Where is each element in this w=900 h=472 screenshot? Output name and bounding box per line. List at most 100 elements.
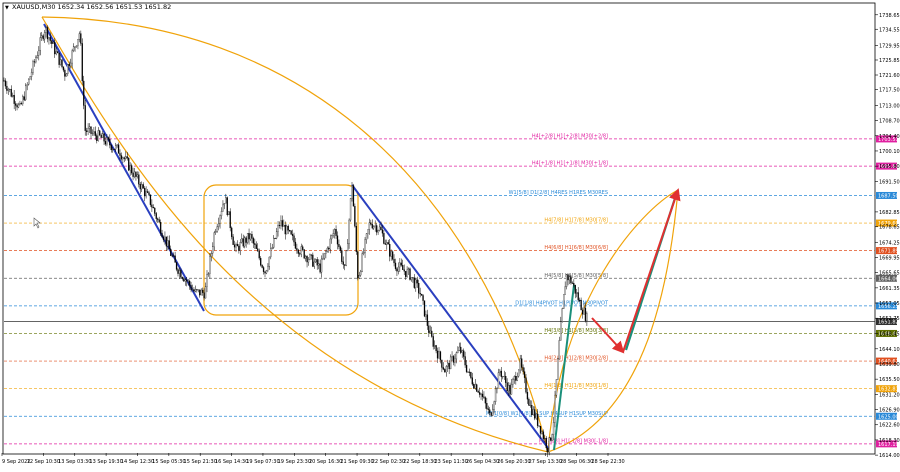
x-tick-label: 27 Sep 13:30 bbox=[529, 459, 562, 465]
candle-body bbox=[370, 222, 372, 225]
candle-body bbox=[322, 257, 324, 260]
candle-body bbox=[288, 230, 291, 232]
candle-body bbox=[75, 45, 78, 47]
candle-body bbox=[27, 78, 30, 85]
candle-body bbox=[22, 96, 24, 104]
candle-body bbox=[317, 263, 320, 266]
candle-body bbox=[58, 52, 60, 65]
candle-body bbox=[251, 234, 253, 239]
y-tick-label: 1674.25 bbox=[879, 240, 900, 246]
candle-body bbox=[46, 27, 49, 40]
candle-body bbox=[228, 211, 230, 216]
candle-body bbox=[212, 246, 214, 254]
candle-body bbox=[438, 351, 440, 359]
candle-body bbox=[9, 88, 11, 90]
candle-body bbox=[409, 268, 411, 280]
candle-body bbox=[474, 384, 476, 389]
x-tick-label: 19 Sep 23:30 bbox=[278, 459, 311, 465]
candle-body bbox=[309, 254, 311, 260]
candle-body bbox=[138, 174, 140, 185]
candle-body bbox=[378, 226, 381, 231]
candle-body bbox=[403, 269, 405, 272]
candle-body bbox=[220, 211, 223, 216]
candle-body bbox=[320, 258, 323, 273]
y-tick-label: 1631.20 bbox=[879, 392, 900, 398]
candle-body bbox=[96, 135, 98, 141]
candle-body bbox=[494, 388, 497, 403]
candle-body bbox=[232, 236, 234, 245]
y-tick-label: 1661.35 bbox=[879, 286, 900, 292]
candle-body bbox=[351, 185, 353, 199]
candle-body bbox=[14, 103, 17, 106]
candle-body bbox=[125, 156, 127, 159]
candle-body bbox=[287, 225, 289, 231]
x-tick-label: 22 Sep 18:30 bbox=[403, 459, 436, 465]
y-tick-label: 1639.80 bbox=[879, 362, 900, 368]
candle-body bbox=[384, 243, 387, 245]
candle-body bbox=[200, 289, 202, 296]
y-tick-label: 1648.45 bbox=[879, 331, 900, 337]
candle-body bbox=[157, 218, 159, 220]
candle-body bbox=[294, 241, 297, 249]
candle-body bbox=[375, 225, 378, 233]
candle-body bbox=[196, 289, 198, 291]
candle-body bbox=[122, 157, 124, 160]
candle-body bbox=[236, 244, 239, 247]
x-tick-label: 23 Sep 11:30 bbox=[434, 459, 467, 465]
candle-body bbox=[493, 401, 495, 410]
candle-body bbox=[216, 226, 218, 232]
candle-body bbox=[391, 251, 394, 260]
candle-body bbox=[194, 289, 197, 292]
price-chart-svg[interactable]: ▼ XAUUSD,M30 1652.34 1652.56 1651.53 165… bbox=[0, 0, 900, 468]
candle-body bbox=[225, 197, 227, 204]
level-label: H4[3/8] H1[3/8] M30[3/8] bbox=[544, 328, 608, 334]
candle-body bbox=[26, 84, 28, 87]
candle-body bbox=[341, 250, 343, 262]
candle-body bbox=[107, 137, 110, 140]
candle-body bbox=[74, 46, 76, 48]
candle-body bbox=[402, 265, 404, 270]
candle-body bbox=[291, 234, 294, 236]
candle-body bbox=[451, 356, 453, 358]
y-tick-label: 1678.65 bbox=[879, 225, 900, 231]
candle-body bbox=[191, 289, 194, 291]
candle-body bbox=[154, 207, 156, 214]
candle-body bbox=[94, 131, 96, 136]
x-tick-label: 13 Sep 03:30 bbox=[58, 459, 91, 465]
candle-body bbox=[165, 236, 168, 247]
candle-body bbox=[428, 325, 430, 333]
candle-body bbox=[115, 145, 117, 150]
candle-body bbox=[155, 213, 157, 219]
candle-body bbox=[187, 280, 189, 282]
candle-body bbox=[542, 431, 545, 439]
y-tick-label: 1626.90 bbox=[879, 408, 900, 414]
candle-body bbox=[577, 292, 579, 301]
candle-body bbox=[573, 283, 575, 286]
candle-body bbox=[393, 259, 395, 264]
level-label: H4[2/8] H1[2/8] M30[2/8] bbox=[544, 356, 608, 362]
candle-body bbox=[207, 273, 210, 275]
candle-body bbox=[162, 236, 165, 240]
candle-body bbox=[336, 235, 339, 245]
candle-body bbox=[126, 156, 128, 159]
candle-body bbox=[30, 72, 33, 77]
candle-body bbox=[528, 399, 530, 406]
chart-area[interactable]: ▼ XAUUSD,M30 1652.34 1652.56 1651.53 165… bbox=[0, 0, 900, 468]
candle-body bbox=[16, 105, 18, 108]
candle-body bbox=[583, 307, 585, 315]
candle-body bbox=[158, 219, 160, 223]
candle-body bbox=[167, 240, 169, 247]
candle-body bbox=[368, 222, 371, 230]
candle-body bbox=[35, 57, 37, 63]
candle-body bbox=[229, 211, 231, 229]
candle-body bbox=[518, 369, 520, 377]
candle-body bbox=[83, 80, 85, 106]
candle-body bbox=[547, 447, 549, 453]
candle-body bbox=[183, 278, 185, 282]
candle-body bbox=[360, 270, 362, 276]
candle-body bbox=[464, 356, 466, 366]
y-tick-label: 1738.65 bbox=[879, 13, 900, 19]
candle-body bbox=[29, 76, 31, 80]
candle-body bbox=[519, 358, 521, 371]
candle-body bbox=[454, 358, 456, 363]
